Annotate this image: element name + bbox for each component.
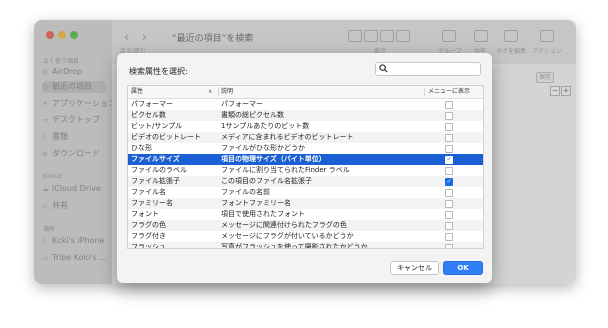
attribute-name: ファイル名 — [131, 188, 166, 196]
show-in-menu-checkbox[interactable] — [445, 200, 453, 208]
attribute-name: ファイルのラベル — [131, 166, 187, 174]
attribute-search-input[interactable] — [392, 64, 476, 73]
attribute-name: ピクセル数 — [131, 111, 166, 119]
attribute-name: ファイル拡張子 — [131, 177, 180, 185]
column-header-show-in-menu[interactable]: メニューに表示 — [428, 86, 470, 98]
attribute-description: 項目で使用されたフォント — [221, 210, 305, 218]
attribute-description: ファイルに割り当てられたFinder ラベル — [221, 166, 350, 174]
table-row[interactable]: フラッシュ 写真がフラッシュを使って撮影されたかどうか — [128, 242, 483, 249]
attribute-name: パフォーマー — [131, 100, 173, 108]
attribute-description: フォントファミリー名 — [221, 199, 291, 207]
show-in-menu-checkbox[interactable] — [445, 167, 453, 175]
table-row[interactable]: ファイルサイズ 項目の物理サイズ（バイト単位） ✓ — [128, 154, 483, 165]
attribute-description: ファイルがひな形かどうか — [221, 144, 305, 152]
table-row[interactable]: フラグ付き メッセージにフラグが付いているかどうか — [128, 231, 483, 242]
table-row[interactable]: ビデオのビットレート メディアに含まれるビデオのビットレート — [128, 132, 483, 143]
column-divider — [218, 88, 219, 96]
attributes-table: 属性 ∧ 説明 メニューに表示 パフォーマー パフォーマー ピクセル数 書類の総ピクセ… — [127, 85, 484, 249]
show-in-menu-checkbox[interactable] — [445, 244, 453, 248]
attribute-name: ファミリー名 — [131, 199, 173, 207]
table-body: パフォーマー パフォーマー ピクセル数 書類の総ピクセル数 ビット/サンプル 1サンプルあ… — [128, 99, 483, 249]
search-icon — [379, 64, 388, 73]
attribute-description: 写真がフラッシュを使って撮影されたかどうか — [221, 243, 368, 249]
show-in-menu-checkbox[interactable] — [445, 145, 453, 153]
attribute-description: この項目のファイル名拡張子 — [221, 177, 312, 185]
search-attributes-dialog: 検索属性を選択: 属性 ∧ 説明 メニューに表示 パフォーマー パフォーマー ピクセ… — [117, 53, 492, 283]
table-row[interactable]: ファイル名 ファイルの名前 — [128, 187, 483, 198]
column-header-description[interactable]: 説明 — [221, 86, 233, 98]
attribute-description: メッセージに関連付けられたフラグの色 — [221, 221, 347, 229]
table-row[interactable]: ピクセル数 書類の総ピクセル数 — [128, 110, 483, 121]
show-in-menu-checkbox[interactable] — [445, 233, 453, 241]
table-row[interactable]: ひな形 ファイルがひな形かどうか — [128, 143, 483, 154]
sort-ascending-icon[interactable]: ∧ — [208, 86, 212, 98]
attribute-name: フラッシュ — [131, 243, 166, 249]
column-header-attribute[interactable]: 属性 — [131, 86, 143, 98]
table-row[interactable]: フォント 項目で使用されたフォント — [128, 209, 483, 220]
attribute-name: フラグの色 — [131, 221, 166, 229]
table-row[interactable]: ビット/サンプル 1サンプルあたりのビット数 — [128, 121, 483, 132]
attribute-name: フォント — [131, 210, 159, 218]
show-in-menu-checkbox[interactable] — [445, 134, 453, 142]
attribute-description: メッセージにフラグが付いているかどうか — [221, 232, 354, 240]
attribute-name: ひな形 — [131, 144, 152, 152]
attribute-name: ビット/サンプル — [131, 122, 183, 130]
show-in-menu-checkbox[interactable]: ✓ — [445, 156, 453, 164]
show-in-menu-checkbox[interactable] — [445, 189, 453, 197]
table-row[interactable]: ファイル拡張子 この項目のファイル名拡張子 ✓ — [128, 176, 483, 187]
attribute-name: ファイルサイズ — [131, 155, 180, 163]
attribute-description: 1サンプルあたりのビット数 — [221, 122, 310, 130]
show-in-menu-checkbox[interactable] — [445, 101, 453, 109]
cancel-button[interactable]: キャンセル — [390, 261, 439, 275]
attribute-description: 書類の総ピクセル数 — [221, 111, 284, 119]
show-in-menu-checkbox[interactable]: ✓ — [445, 178, 453, 186]
show-in-menu-checkbox[interactable] — [445, 211, 453, 219]
dialog-title: 検索属性を選択: — [129, 67, 188, 76]
show-in-menu-checkbox[interactable] — [445, 123, 453, 131]
attribute-name: ビデオのビットレート — [131, 133, 201, 141]
table-row[interactable]: パフォーマー パフォーマー — [128, 99, 483, 110]
show-in-menu-checkbox[interactable] — [445, 222, 453, 230]
attribute-search-field[interactable] — [375, 62, 481, 76]
table-row[interactable]: ファイルのラベル ファイルに割り当てられたFinder ラベル — [128, 165, 483, 176]
attribute-description: ファイルの名前 — [221, 188, 270, 196]
show-in-menu-checkbox[interactable] — [445, 112, 453, 120]
column-divider — [424, 88, 425, 96]
attribute-description: メディアに含まれるビデオのビットレート — [221, 133, 354, 141]
ok-button[interactable]: OK — [443, 261, 483, 275]
table-row[interactable]: フラグの色 メッセージに関連付けられたフラグの色 — [128, 220, 483, 231]
attribute-description: パフォーマー — [221, 100, 263, 108]
attribute-name: フラグ付き — [131, 232, 166, 240]
table-header: 属性 ∧ 説明 メニューに表示 — [128, 86, 483, 99]
table-row[interactable]: ファミリー名 フォントファミリー名 — [128, 198, 483, 209]
attribute-description: 項目の物理サイズ（バイト単位） — [221, 155, 326, 163]
